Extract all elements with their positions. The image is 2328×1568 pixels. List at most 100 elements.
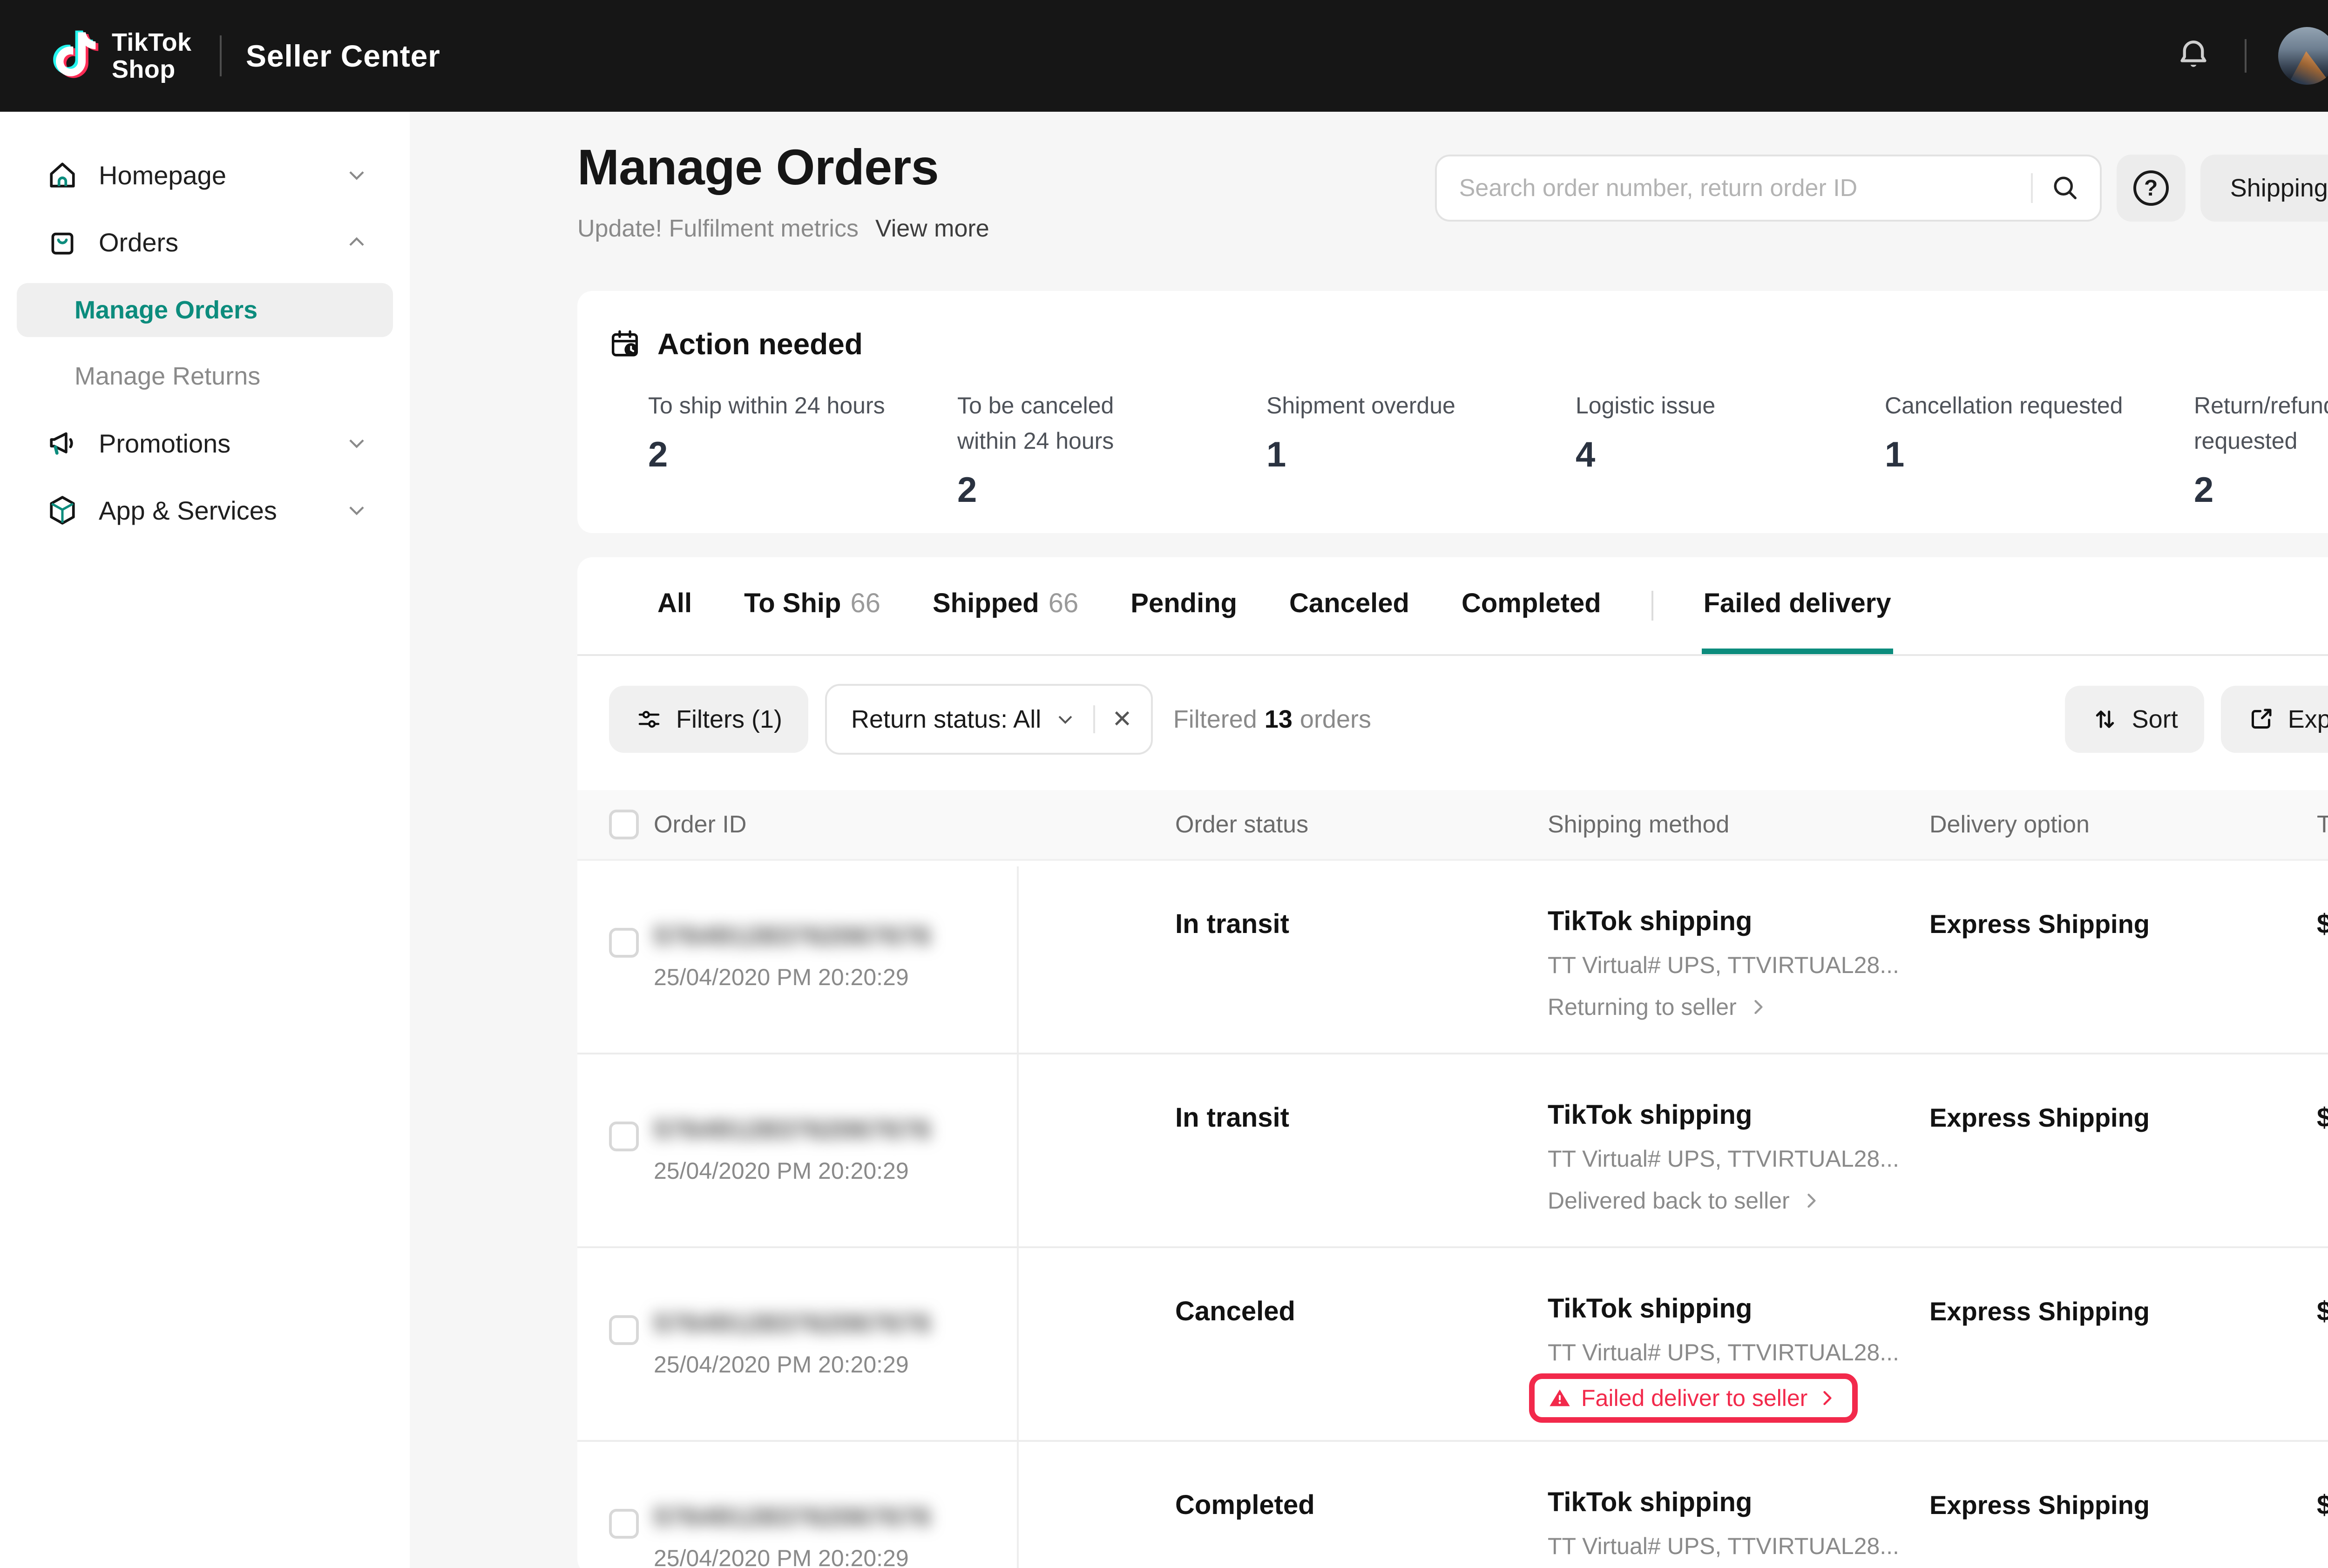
- order-id-blurred: 576491283762067676: [654, 1114, 933, 1144]
- order-status: In transit: [1175, 1102, 1289, 1133]
- order-id-blurred: 576491283762067676: [654, 1501, 933, 1532]
- question-icon: ?: [2133, 170, 2169, 206]
- column-total: Total: [2317, 811, 2328, 838]
- column-delivery-option: Delivery option: [1929, 811, 2317, 838]
- sidebar-item-label: Manage Returns: [74, 362, 260, 391]
- order-date: 25/04/2020 PM 20:20:29: [654, 1351, 1175, 1378]
- failed-delivery-badge[interactable]: Failed deliver to seller: [1529, 1373, 1858, 1423]
- filter-sliders-icon: [635, 705, 663, 733]
- view-more-link[interactable]: View more: [875, 215, 989, 243]
- order-id-blurred: 576491283762067676: [654, 920, 933, 951]
- tab-canceled[interactable]: Canceled: [1287, 557, 1411, 654]
- logo-line2: Shop: [112, 56, 191, 83]
- table-header: Order ID Order status Shipping method De…: [577, 790, 2328, 861]
- row-checkbox[interactable]: [609, 1315, 639, 1345]
- logo-line1: TikTok: [112, 29, 191, 56]
- close-icon[interactable]: ✕: [1112, 705, 1132, 733]
- sidebar-item-label: Manage Orders: [74, 296, 257, 324]
- topbar-right-divider: [2245, 39, 2247, 73]
- column-order-id: Order ID: [654, 811, 1175, 838]
- order-date: 25/04/2020 PM 20:20:29: [654, 1545, 1175, 1568]
- shipping-labels-button[interactable]: Shipping labels: [2200, 155, 2328, 222]
- sort-arrows-icon: [2091, 705, 2119, 733]
- shipping-carrier: TikTok shipping: [1548, 1487, 1752, 1518]
- delivery-option: Express Shipping: [1929, 909, 2150, 939]
- sidebar-item-label: Promotions: [99, 428, 230, 459]
- search-divider: [2031, 173, 2033, 203]
- tracking-number: TT Virtual# UPS, TTVIRTUAL28...: [1548, 1339, 1899, 1366]
- table-row: 576491283762067676 25/04/2020 PM 20:20:2…: [577, 1054, 2328, 1248]
- tab-failed-delivery[interactable]: Failed delivery: [1702, 557, 1893, 654]
- order-date: 25/04/2020 PM 20:20:29: [654, 964, 1175, 991]
- shipping-carrier: TikTok shipping: [1548, 906, 1752, 937]
- order-total: $ 888.88: [2317, 909, 2328, 939]
- tab-shipped[interactable]: Shipped66: [931, 557, 1080, 654]
- sort-button[interactable]: Sort: [2065, 686, 2204, 753]
- help-button[interactable]: ?: [2117, 155, 2186, 222]
- select-all-checkbox[interactable]: [609, 810, 639, 839]
- order-total: $ 888.88: [2317, 1296, 2328, 1326]
- delivery-option: Express Shipping: [1929, 1490, 2150, 1520]
- tab-all[interactable]: All: [656, 557, 694, 654]
- delivery-option: Express Shipping: [1929, 1103, 2150, 1132]
- notifications-bell-icon[interactable]: [2174, 36, 2213, 75]
- column-order-status: Order status: [1175, 811, 1548, 838]
- action-needed-title: Action needed: [657, 327, 863, 361]
- topbar: TikTok Shop Seller Center English: [0, 0, 2328, 112]
- tiktok-shop-logo[interactable]: TikTok Shop: [45, 24, 191, 88]
- sidebar-item-manage-orders[interactable]: Manage Orders: [17, 283, 393, 337]
- chevron-right-icon: [1801, 1190, 1821, 1211]
- shipping-status-link[interactable]: Delivered back to seller: [1548, 1187, 1821, 1214]
- action-needed-card: Action needed To ship within 24 hours 2 …: [577, 291, 2328, 533]
- chevron-down-icon: [345, 163, 369, 187]
- metric-logistic-issue[interactable]: Logistic issue 4: [1576, 388, 1885, 510]
- metric-cancellation-requested[interactable]: Cancellation requested 1: [1885, 388, 2194, 510]
- sidebar-item-promotions[interactable]: Promotions: [0, 408, 410, 479]
- order-status: In transit: [1175, 909, 1289, 939]
- order-status: Canceled: [1175, 1296, 1295, 1326]
- search-input[interactable]: [1459, 174, 2020, 202]
- sidebar-item-orders[interactable]: Orders: [0, 212, 410, 272]
- sidebar-item-manage-returns[interactable]: Manage Returns: [0, 345, 410, 408]
- megaphone-icon: [45, 426, 80, 461]
- order-total: $ 888.88: [2317, 1490, 2328, 1520]
- delivery-option: Express Shipping: [1929, 1297, 2150, 1326]
- order-id-blurred: 576491283762067676: [654, 1308, 933, 1338]
- metric-to-ship[interactable]: To ship within 24 hours 2: [648, 388, 957, 510]
- export-button[interactable]: Export: [2221, 686, 2328, 753]
- column-shipping-method: Shipping method: [1548, 811, 1929, 838]
- chevron-down-icon: [345, 498, 369, 522]
- chevron-down-icon: [345, 431, 369, 455]
- filters-button[interactable]: Filters (1): [609, 686, 808, 753]
- row-checkbox[interactable]: [609, 1509, 639, 1539]
- metric-return-refund[interactable]: Return/refund requested 2: [2194, 388, 2328, 510]
- main-area: Manage Orders Update! Fulfilment metrics…: [410, 112, 2328, 1568]
- filter-bar: Filters (1) Return status: All ✕ Filtere…: [577, 686, 2328, 753]
- order-total: $ 888.88: [2317, 1102, 2328, 1133]
- topbar-divider: [220, 35, 222, 76]
- chevron-up-icon: [345, 230, 369, 254]
- search-icon[interactable]: [2050, 172, 2081, 204]
- sidebar-item-label: Homepage: [99, 160, 226, 190]
- table-row: 576491283762067676 25/04/2020 PM 20:20:2…: [577, 861, 2328, 1054]
- order-search: [1435, 155, 2102, 222]
- seller-center-app: TikTok Shop Seller Center English: [0, 0, 2328, 1568]
- row-checkbox[interactable]: [609, 928, 639, 958]
- status-tabs: All To Ship66 Shipped66 Pending Canceled…: [577, 557, 2328, 656]
- tab-pending[interactable]: Pending: [1129, 557, 1239, 654]
- sidebar-item-homepage[interactable]: Homepage: [0, 138, 410, 212]
- orders-card: All To Ship66 Shipped66 Pending Canceled…: [577, 557, 2328, 1568]
- tab-completed[interactable]: Completed: [1460, 557, 1603, 654]
- metric-shipment-overdue[interactable]: Shipment overdue 1: [1266, 388, 1576, 510]
- shipping-status-link[interactable]: Returning to seller: [1548, 994, 1768, 1021]
- metric-to-be-canceled[interactable]: To be canceled within 24 hours 2: [957, 388, 1266, 510]
- row-checkbox[interactable]: [609, 1122, 639, 1151]
- export-icon: [2247, 705, 2275, 733]
- return-status-chip[interactable]: Return status: All ✕: [825, 684, 1153, 755]
- orders-bag-icon: [45, 224, 80, 260]
- chevron-right-icon: [1817, 1388, 1837, 1408]
- tab-to-ship[interactable]: To Ship66: [742, 557, 882, 654]
- chevron-right-icon: [1748, 997, 1768, 1017]
- sidebar-item-app-services[interactable]: App & Services: [0, 479, 410, 542]
- avatar[interactable]: [2278, 27, 2328, 85]
